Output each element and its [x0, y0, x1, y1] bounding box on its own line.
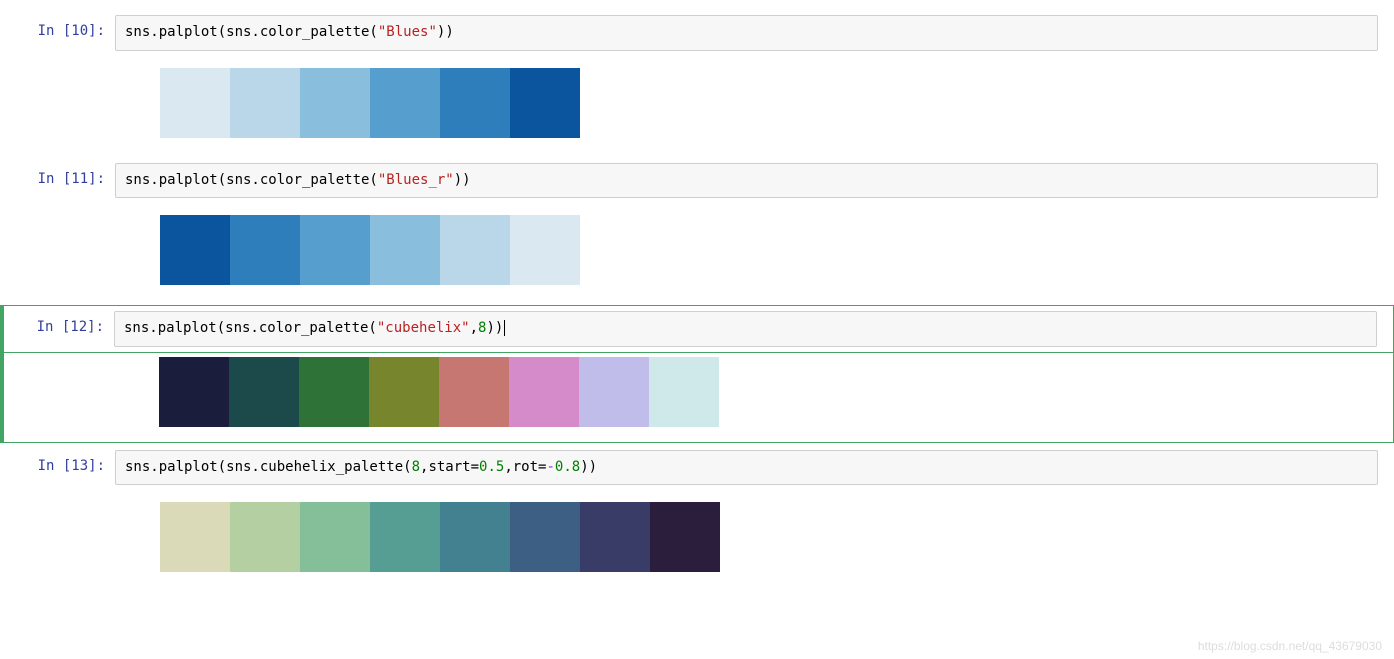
- color-swatch: [649, 357, 719, 427]
- color-swatch: [230, 68, 300, 138]
- color-swatch: [580, 502, 650, 572]
- color-swatch: [370, 68, 440, 138]
- color-swatch: [510, 502, 580, 572]
- watermark-text: https://blog.csdn.net/qq_43679030: [1198, 639, 1382, 653]
- color-swatch: [510, 215, 580, 285]
- color-swatch: [370, 215, 440, 285]
- output-area-11: [0, 205, 1394, 305]
- output-area-13: [0, 492, 1394, 592]
- color-swatch: [509, 357, 579, 427]
- palette-output: [160, 215, 580, 285]
- color-swatch: [230, 502, 300, 572]
- color-swatch: [299, 357, 369, 427]
- text-cursor-icon: [504, 320, 505, 336]
- notebook-cell-11[interactable]: In [11]: sns.palplot(sns.color_palette("…: [0, 158, 1394, 204]
- color-swatch: [160, 68, 230, 138]
- color-swatch: [510, 68, 580, 138]
- input-prompt: In [11]:: [0, 163, 115, 187]
- code-input[interactable]: sns.palplot(sns.color_palette("Blues")): [115, 15, 1378, 51]
- code-input[interactable]: sns.palplot(sns.cubehelix_palette(8,star…: [115, 450, 1378, 486]
- color-swatch: [650, 502, 720, 572]
- color-swatch: [160, 502, 230, 572]
- color-swatch: [440, 215, 510, 285]
- color-swatch: [370, 502, 440, 572]
- color-swatch: [229, 357, 299, 427]
- input-prompt: In [12]:: [4, 311, 114, 335]
- color-swatch: [440, 68, 510, 138]
- code-input[interactable]: sns.palplot(sns.color_palette("Blues_r")…: [115, 163, 1378, 199]
- color-swatch: [440, 502, 510, 572]
- output-area-10: [0, 58, 1394, 158]
- color-swatch: [300, 68, 370, 138]
- output-area-12-wrap: [0, 352, 1394, 443]
- color-swatch: [230, 215, 300, 285]
- code-input[interactable]: sns.palplot(sns.color_palette("cubehelix…: [114, 311, 1377, 347]
- color-swatch: [369, 357, 439, 427]
- palette-output: [160, 502, 720, 572]
- color-swatch: [160, 215, 230, 285]
- color-swatch: [159, 357, 229, 427]
- notebook-cell-12[interactable]: In [12]: sns.palplot(sns.color_palette("…: [0, 305, 1394, 353]
- notebook-cell-13[interactable]: In [13]: sns.palplot(sns.cubehelix_palet…: [0, 445, 1394, 491]
- input-prompt: In [13]:: [0, 450, 115, 474]
- notebook-cell-10[interactable]: In [10]: sns.palplot(sns.color_palette("…: [0, 10, 1394, 56]
- color-swatch: [300, 502, 370, 572]
- color-swatch: [439, 357, 509, 427]
- input-prompt: In [10]:: [0, 15, 115, 39]
- color-swatch: [300, 215, 370, 285]
- palette-output: [159, 357, 719, 427]
- palette-output: [160, 68, 580, 138]
- color-swatch: [579, 357, 649, 427]
